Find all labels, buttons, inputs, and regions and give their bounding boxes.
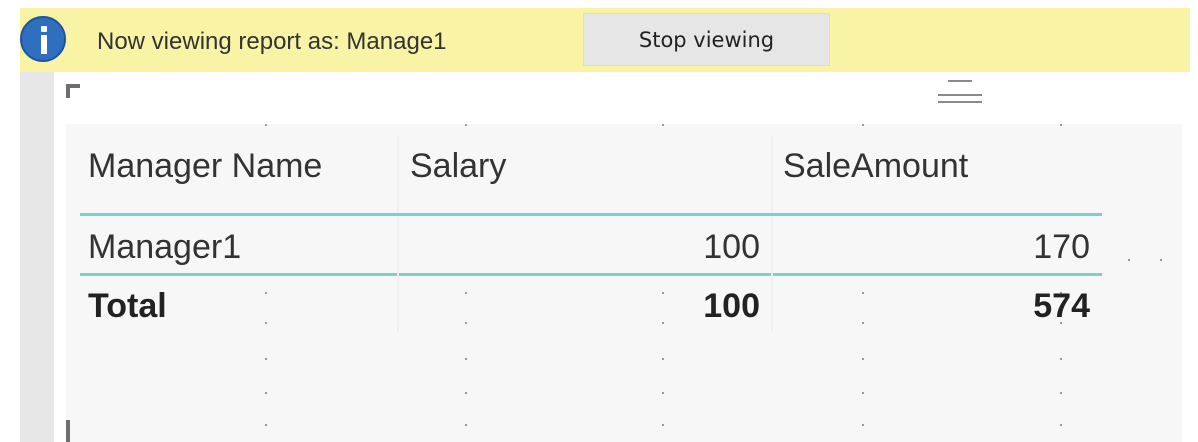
grid-dot <box>862 322 864 324</box>
total-separator <box>80 273 1102 276</box>
column-header-manager-name[interactable]: Manager Name <box>88 147 322 186</box>
grid-dot <box>1060 358 1062 360</box>
grid-dot <box>1060 392 1062 394</box>
grid-dot <box>265 358 267 360</box>
grid-dot <box>862 392 864 394</box>
cell-manager-name: Manager1 <box>88 228 242 266</box>
cell-sale-amount: 170 <box>1033 228 1090 266</box>
column-separator <box>397 216 399 332</box>
grid-dot <box>1060 424 1062 426</box>
stop-viewing-button[interactable]: Stop viewing <box>583 13 830 66</box>
grid-dot <box>862 358 864 360</box>
grid-dot <box>1060 124 1062 126</box>
grid-dot <box>265 124 267 126</box>
column-separator <box>771 216 773 332</box>
total-salary: 100 <box>703 287 760 325</box>
total-label: Total <box>88 287 167 325</box>
banner-message: Now viewing report as: Manage1 <box>97 28 447 55</box>
grid-dot <box>265 292 267 294</box>
grid-dot <box>862 424 864 426</box>
grid-dot <box>265 424 267 426</box>
grid-dot <box>465 392 467 394</box>
grid-dot <box>662 124 664 126</box>
grid-dot <box>465 292 467 294</box>
drag-grip-icon[interactable] <box>938 80 982 104</box>
grid-dot <box>465 424 467 426</box>
grid-dot <box>465 124 467 126</box>
grid-dot <box>862 124 864 126</box>
grid-dot <box>862 292 864 294</box>
grid-dot <box>465 358 467 360</box>
resize-handle-bottom-left[interactable] <box>66 420 70 442</box>
grid-dot <box>265 322 267 324</box>
column-header-sale-amount[interactable]: SaleAmount <box>783 147 968 186</box>
grid-dot <box>1160 259 1162 261</box>
visual-header <box>66 82 1182 124</box>
column-header-salary[interactable]: Salary <box>410 147 506 186</box>
cell-salary: 100 <box>703 228 760 266</box>
grid-dot <box>662 424 664 426</box>
total-sale-amount: 574 <box>1033 287 1090 325</box>
column-separator <box>397 136 399 214</box>
grid-dot <box>465 322 467 324</box>
grid-dot <box>662 358 664 360</box>
left-gutter <box>20 72 54 442</box>
grid-dot <box>1128 259 1130 261</box>
info-icon <box>20 16 66 62</box>
header-underline <box>80 213 1102 216</box>
grid-dot <box>662 392 664 394</box>
column-separator <box>771 136 773 214</box>
resize-handle-top-left-v[interactable] <box>66 84 70 98</box>
grid-dot <box>265 392 267 394</box>
role-view-banner: Now viewing report as: Manage1 Stop view… <box>20 8 1190 73</box>
